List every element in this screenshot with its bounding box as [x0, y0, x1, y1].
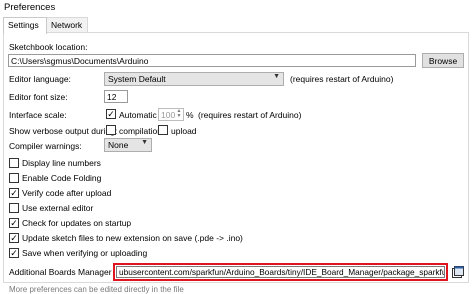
editor-language-select[interactable]: System Default ▼: [104, 72, 284, 86]
interface-scale-note: (requires restart of Arduino): [198, 110, 302, 120]
use-external-editor-label: Use external editor: [22, 203, 94, 213]
checkmark-icon: ✓: [107, 109, 115, 119]
save-when-verifying-checkbox[interactable]: ✓: [9, 248, 19, 258]
spinner-arrows-icon: ▲ ▼: [176, 108, 182, 119]
display-line-numbers-checkbox[interactable]: [9, 158, 19, 168]
chevron-down-icon: ▼: [273, 73, 280, 80]
boards-manager-urls-input[interactable]: ubusercontent.com/sparkfun/Arduino_Board…: [116, 266, 445, 278]
sketchbook-location-input[interactable]: C:\Users\sgmus\Documents\Arduino: [8, 54, 416, 67]
save-when-verifying-label: Save when verifying or uploading: [22, 248, 148, 258]
enable-code-folding-checkbox[interactable]: [9, 173, 19, 183]
open-window-icon[interactable]: [452, 266, 464, 278]
checkmark-icon: ✓: [10, 218, 18, 228]
boards-manager-highlight: ubusercontent.com/sparkfun/Arduino_Board…: [113, 263, 448, 281]
chevron-down-icon: ▼: [141, 139, 148, 146]
automatic-label: Automatic: [119, 110, 157, 120]
update-sketch-extension-label: Update sketch files to new extension on …: [22, 233, 243, 243]
interface-scale-spinner[interactable]: 100 ▲ ▼: [158, 108, 184, 121]
font-size-label: Editor font size:: [9, 92, 68, 102]
upload-label: upload: [171, 126, 197, 136]
browse-button[interactable]: Browse: [422, 53, 464, 68]
update-sketch-extension-checkbox[interactable]: ✓: [9, 233, 19, 243]
tab-settings[interactable]: Settings: [3, 17, 47, 34]
checkmark-icon: ✓: [10, 248, 18, 258]
verify-code-checkbox[interactable]: ✓: [9, 188, 19, 198]
editor-language-note: (requires restart of Arduino): [290, 74, 394, 84]
interface-scale-unit: %: [186, 110, 194, 120]
compilation-label: compilation: [119, 126, 162, 136]
font-size-input[interactable]: 12: [104, 90, 128, 103]
display-line-numbers-label: Display line numbers: [22, 158, 101, 168]
compilation-checkbox[interactable]: [106, 125, 116, 135]
verbose-label: Show verbose output during:: [9, 126, 118, 136]
interface-scale-label: Interface scale:: [9, 110, 67, 120]
check-updates-label: Check for updates on startup: [22, 218, 132, 228]
title-bar: Preferences: [0, 0, 474, 16]
enable-code-folding-label: Enable Code Folding: [22, 173, 102, 183]
upload-checkbox[interactable]: [158, 125, 168, 135]
checkmark-icon: ✓: [10, 233, 18, 243]
compiler-warnings-select[interactable]: None ▼: [104, 138, 152, 152]
editor-language-value: System Default: [108, 74, 166, 84]
interface-scale-value: 100: [161, 110, 176, 120]
automatic-checkbox[interactable]: ✓: [106, 109, 116, 119]
sketchbook-label: Sketchbook location:: [9, 42, 88, 52]
tab-network[interactable]: Network: [46, 17, 88, 33]
editor-language-label: Editor language:: [9, 74, 71, 84]
use-external-editor-checkbox[interactable]: [9, 203, 19, 213]
verify-code-label: Verify code after upload: [22, 188, 112, 198]
more-preferences-text: More preferences can be edited directly …: [9, 285, 184, 294]
window-title: Preferences: [4, 2, 56, 13]
compiler-warnings-label: Compiler warnings:: [9, 141, 82, 151]
compiler-warnings-value: None: [108, 140, 129, 150]
checkmark-icon: ✓: [10, 188, 18, 198]
check-updates-checkbox[interactable]: ✓: [9, 218, 19, 228]
